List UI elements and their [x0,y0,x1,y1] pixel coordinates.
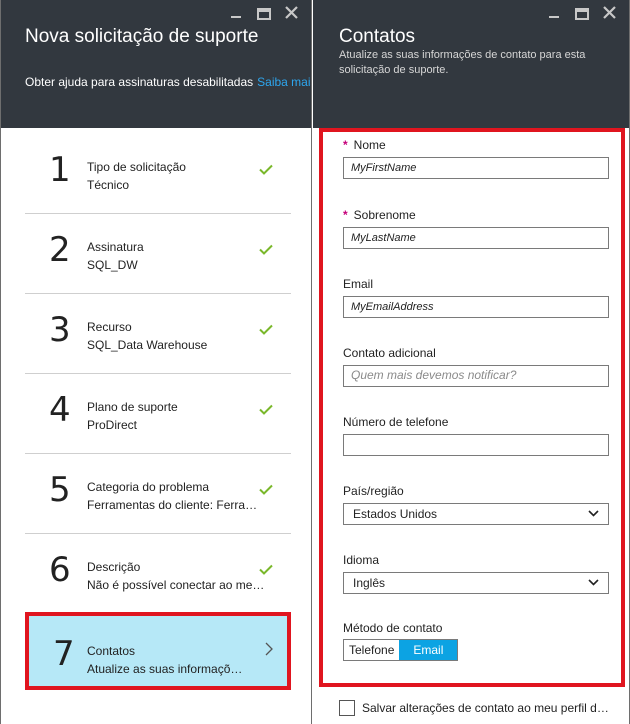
close-icon[interactable] [285,6,299,20]
required-marker: * [343,138,348,152]
first-name-label: * Nome [343,138,386,152]
help-row: Obter ajuda para assinaturas desabilitad… [25,75,311,89]
country-selected: Estados Unidos [353,507,438,521]
blade-title: Contatos [339,26,416,47]
step-subscription[interactable]: 2 Assinatura SQL_DW [25,214,291,294]
step-number: 4 [49,390,71,430]
minimize-icon[interactable] [229,6,243,20]
learn-more-link[interactable]: Saiba mais [257,75,311,89]
minimize-icon[interactable] [547,6,561,20]
step-number: 3 [49,310,71,350]
email-label: Email [343,277,374,291]
contacts-blade: Contatos Atualize as suas informações de… [313,0,630,724]
contact-method-label: Método de contato [343,621,443,635]
step-value: Ferramentas do cliente: Ferrame... [87,498,267,512]
maximize-icon[interactable] [257,7,271,20]
step-number: 5 [49,470,71,510]
contact-form: *Nome *Sobrenome Email Contato adicional… [319,128,625,687]
step-number: 1 [49,150,71,190]
step-value: Atualize as suas informações... [87,662,247,676]
contact-method-phone-option[interactable]: Telefone [344,640,400,660]
new-support-request-blade: Nova solicitação de suporte Obter ajuda … [0,0,312,724]
step-value: SQL_Data Warehouse [87,338,208,352]
step-number: 7 [53,634,75,674]
step-number: 2 [49,230,71,270]
additional-contact-label: Contato adicional [343,346,436,360]
last-name-input[interactable] [343,227,609,249]
additional-contact-input[interactable] [343,365,609,387]
blade-subtitle: Atualize as suas informações de contato … [339,49,586,76]
step-title: Categoria do problema [87,480,210,494]
chevron-down-icon [588,510,599,517]
close-icon[interactable] [603,6,617,20]
check-icon [259,324,273,335]
country-select[interactable]: Estados Unidos [343,503,609,525]
step-contacts[interactable]: 7 Contatos Atualize as suas informações.… [25,612,291,690]
chevron-right-icon [265,642,273,656]
contact-method-toggle: Telefone Email [343,639,459,661]
required-marker: * [343,208,348,222]
check-icon [259,484,273,495]
step-value: SQL_DW [87,258,138,272]
language-select[interactable]: Inglês [343,572,609,594]
step-title: Contatos [87,644,136,658]
check-icon [259,244,273,255]
email-input[interactable] [343,296,609,318]
save-profile-label: Salvar alterações de contato ao meu perf… [362,701,612,715]
language-selected: Inglês [353,576,386,590]
step-title: Descrição [87,560,141,574]
check-icon [259,404,273,415]
step-resource[interactable]: 3 Recurso SQL_Data Warehouse [25,294,291,374]
step-value: ProDirect [87,418,138,432]
chevron-down-icon [588,579,599,586]
phone-label: Número de telefone [343,415,449,429]
window-controls [229,6,299,20]
blade-title: Nova solicitação de suporte [25,26,259,47]
step-title: Tipo de solicitação [87,160,186,174]
step-title: Assinatura [87,240,144,254]
blade-header: Nova solicitação de suporte Obter ajuda … [1,0,311,128]
window-controls [547,6,617,20]
contact-method-email-option[interactable]: Email [399,640,458,660]
help-text: Obter ajuda para assinaturas desabilitad… [25,75,254,89]
check-icon [259,164,273,175]
save-profile-checkbox[interactable] [339,700,355,716]
step-support-plan[interactable]: 4 Plano de suporte ProDirect [25,374,291,454]
step-value: Técnico [87,178,130,192]
save-profile-row: Salvar alterações de contato ao meu perf… [339,700,612,716]
first-name-input[interactable] [343,157,609,179]
step-title: Recurso [87,320,132,334]
check-icon [259,564,273,575]
last-name-label: * Sobrenome [343,208,416,222]
language-label: Idioma [343,553,380,567]
phone-input[interactable] [343,434,609,456]
step-description[interactable]: 6 Descrição Não é possível conectar ao m… [25,534,291,614]
steps-list: 1 Tipo de solicitação Técnico 2 Assinatu… [25,134,291,690]
blade-header: Contatos Atualize as suas informações de… [313,0,629,128]
step-request-type[interactable]: 1 Tipo de solicitação Técnico [25,134,291,214]
maximize-icon[interactable] [575,7,589,20]
country-label: País/região [343,484,404,498]
step-problem-category[interactable]: 5 Categoria do problema Ferramentas do c… [25,454,291,534]
step-value: Não é possível conectar ao meu... [87,578,267,592]
step-title: Plano de suporte [87,400,178,414]
step-number: 6 [49,550,71,590]
